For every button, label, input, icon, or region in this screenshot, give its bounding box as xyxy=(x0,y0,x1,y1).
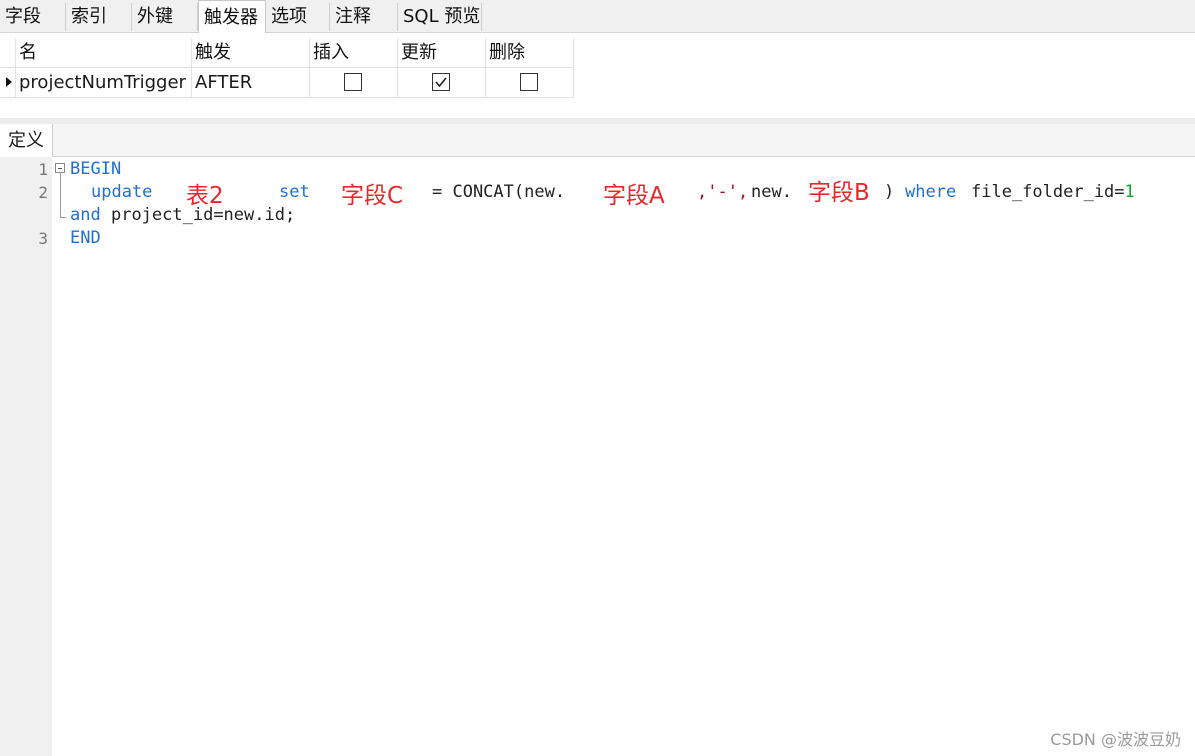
annotation-field-a: 字段A xyxy=(603,183,665,209)
keyword-set: set xyxy=(279,182,310,202)
code-line-2-new: new. xyxy=(751,181,792,204)
update-cell xyxy=(398,68,486,97)
delete-checkbox[interactable] xyxy=(520,73,538,91)
tab-comments[interactable]: 注释 xyxy=(330,3,398,31)
tab-fields[interactable]: 字段 xyxy=(0,3,66,31)
keyword-end: END xyxy=(70,228,101,248)
code-line-2-continued: and project_id=new.id; xyxy=(70,204,295,227)
new-prefix: new. xyxy=(751,182,792,202)
header-timing[interactable]: 触发 xyxy=(192,38,310,67)
keyword-where: where xyxy=(905,182,957,202)
annotation-field-b: 字段B xyxy=(808,180,870,206)
row-selector[interactable] xyxy=(0,68,16,97)
trigger-timing-cell[interactable]: AFTER xyxy=(192,68,310,97)
keyword-and: and xyxy=(70,205,101,225)
fold-guide-end xyxy=(60,217,66,218)
code-line-1: BEGIN xyxy=(70,158,121,181)
keyword-update: update xyxy=(91,182,153,202)
annotation-field-c: 字段C xyxy=(341,183,404,209)
insert-cell xyxy=(310,68,398,97)
close-paren: ) xyxy=(884,182,895,202)
line-number: 2 xyxy=(38,183,48,202)
line-number-gutter: 1 2 3 xyxy=(0,157,52,756)
definition-tab-bar: 定义 xyxy=(0,124,1195,157)
code-line-2-where: where xyxy=(905,181,956,204)
fold-toggle-icon[interactable] xyxy=(55,163,65,173)
row-selector-header xyxy=(0,38,16,67)
tab-options[interactable]: 选项 xyxy=(266,3,330,31)
header-insert[interactable]: 插入 xyxy=(310,38,398,67)
checkmark-icon xyxy=(435,77,447,88)
update-checkbox[interactable] xyxy=(432,73,450,91)
tab-sql-preview[interactable]: SQL 预览 xyxy=(398,3,482,31)
annotation-table: 表2 xyxy=(186,183,224,209)
code-line-2-concat: = CONCAT(new. xyxy=(432,181,565,204)
trigger-name-cell[interactable]: projectNumTrigger xyxy=(16,68,192,97)
tab-indexes[interactable]: 索引 xyxy=(66,3,132,31)
line-number: 1 xyxy=(38,160,48,179)
current-row-arrow-icon xyxy=(6,77,12,87)
tab-triggers[interactable]: 触发器 xyxy=(198,0,266,33)
line-number: 3 xyxy=(38,229,48,248)
code-line-2-cond: file_folder_id=1 xyxy=(971,181,1135,204)
delete-cell xyxy=(486,68,574,97)
concat-expression: = CONCAT(new. xyxy=(432,182,566,202)
code-line-2-set: set xyxy=(279,181,310,204)
header-delete[interactable]: 删除 xyxy=(486,38,574,67)
trigger-grid: 名 触发 插入 更新 删除 projectNumTrigger AFTER xyxy=(0,38,574,98)
fold-guide xyxy=(60,173,61,218)
tab-foreign-keys[interactable]: 外键 xyxy=(132,3,198,31)
designer-tab-bar: 字段 索引 外键 触发器 选项 注释 SQL 预览 xyxy=(0,0,1195,33)
header-update[interactable]: 更新 xyxy=(398,38,486,67)
code-line-2-close: ) xyxy=(884,181,894,204)
code-line-2-separator: ,'-', xyxy=(697,181,748,204)
table-row[interactable]: projectNumTrigger AFTER xyxy=(0,68,574,98)
code-line-3: END xyxy=(70,227,101,250)
separator-literal: ,'-', xyxy=(697,182,749,202)
table-designer-window: 字段 索引 外键 触发器 选项 注释 SQL 预览 名 触发 插入 更新 删除 … xyxy=(0,0,1195,756)
tab-definition[interactable]: 定义 xyxy=(0,124,53,157)
grid-header-row: 名 触发 插入 更新 删除 xyxy=(0,38,574,68)
number-literal: 1 xyxy=(1124,182,1135,202)
code-line-2-update: update xyxy=(91,181,152,204)
where-condition: file_folder_id= xyxy=(971,182,1125,202)
keyword-begin: BEGIN xyxy=(70,159,122,179)
header-name[interactable]: 名 xyxy=(16,38,192,67)
watermark: CSDN @波波豆奶 xyxy=(1050,730,1181,749)
insert-checkbox[interactable] xyxy=(344,73,362,91)
